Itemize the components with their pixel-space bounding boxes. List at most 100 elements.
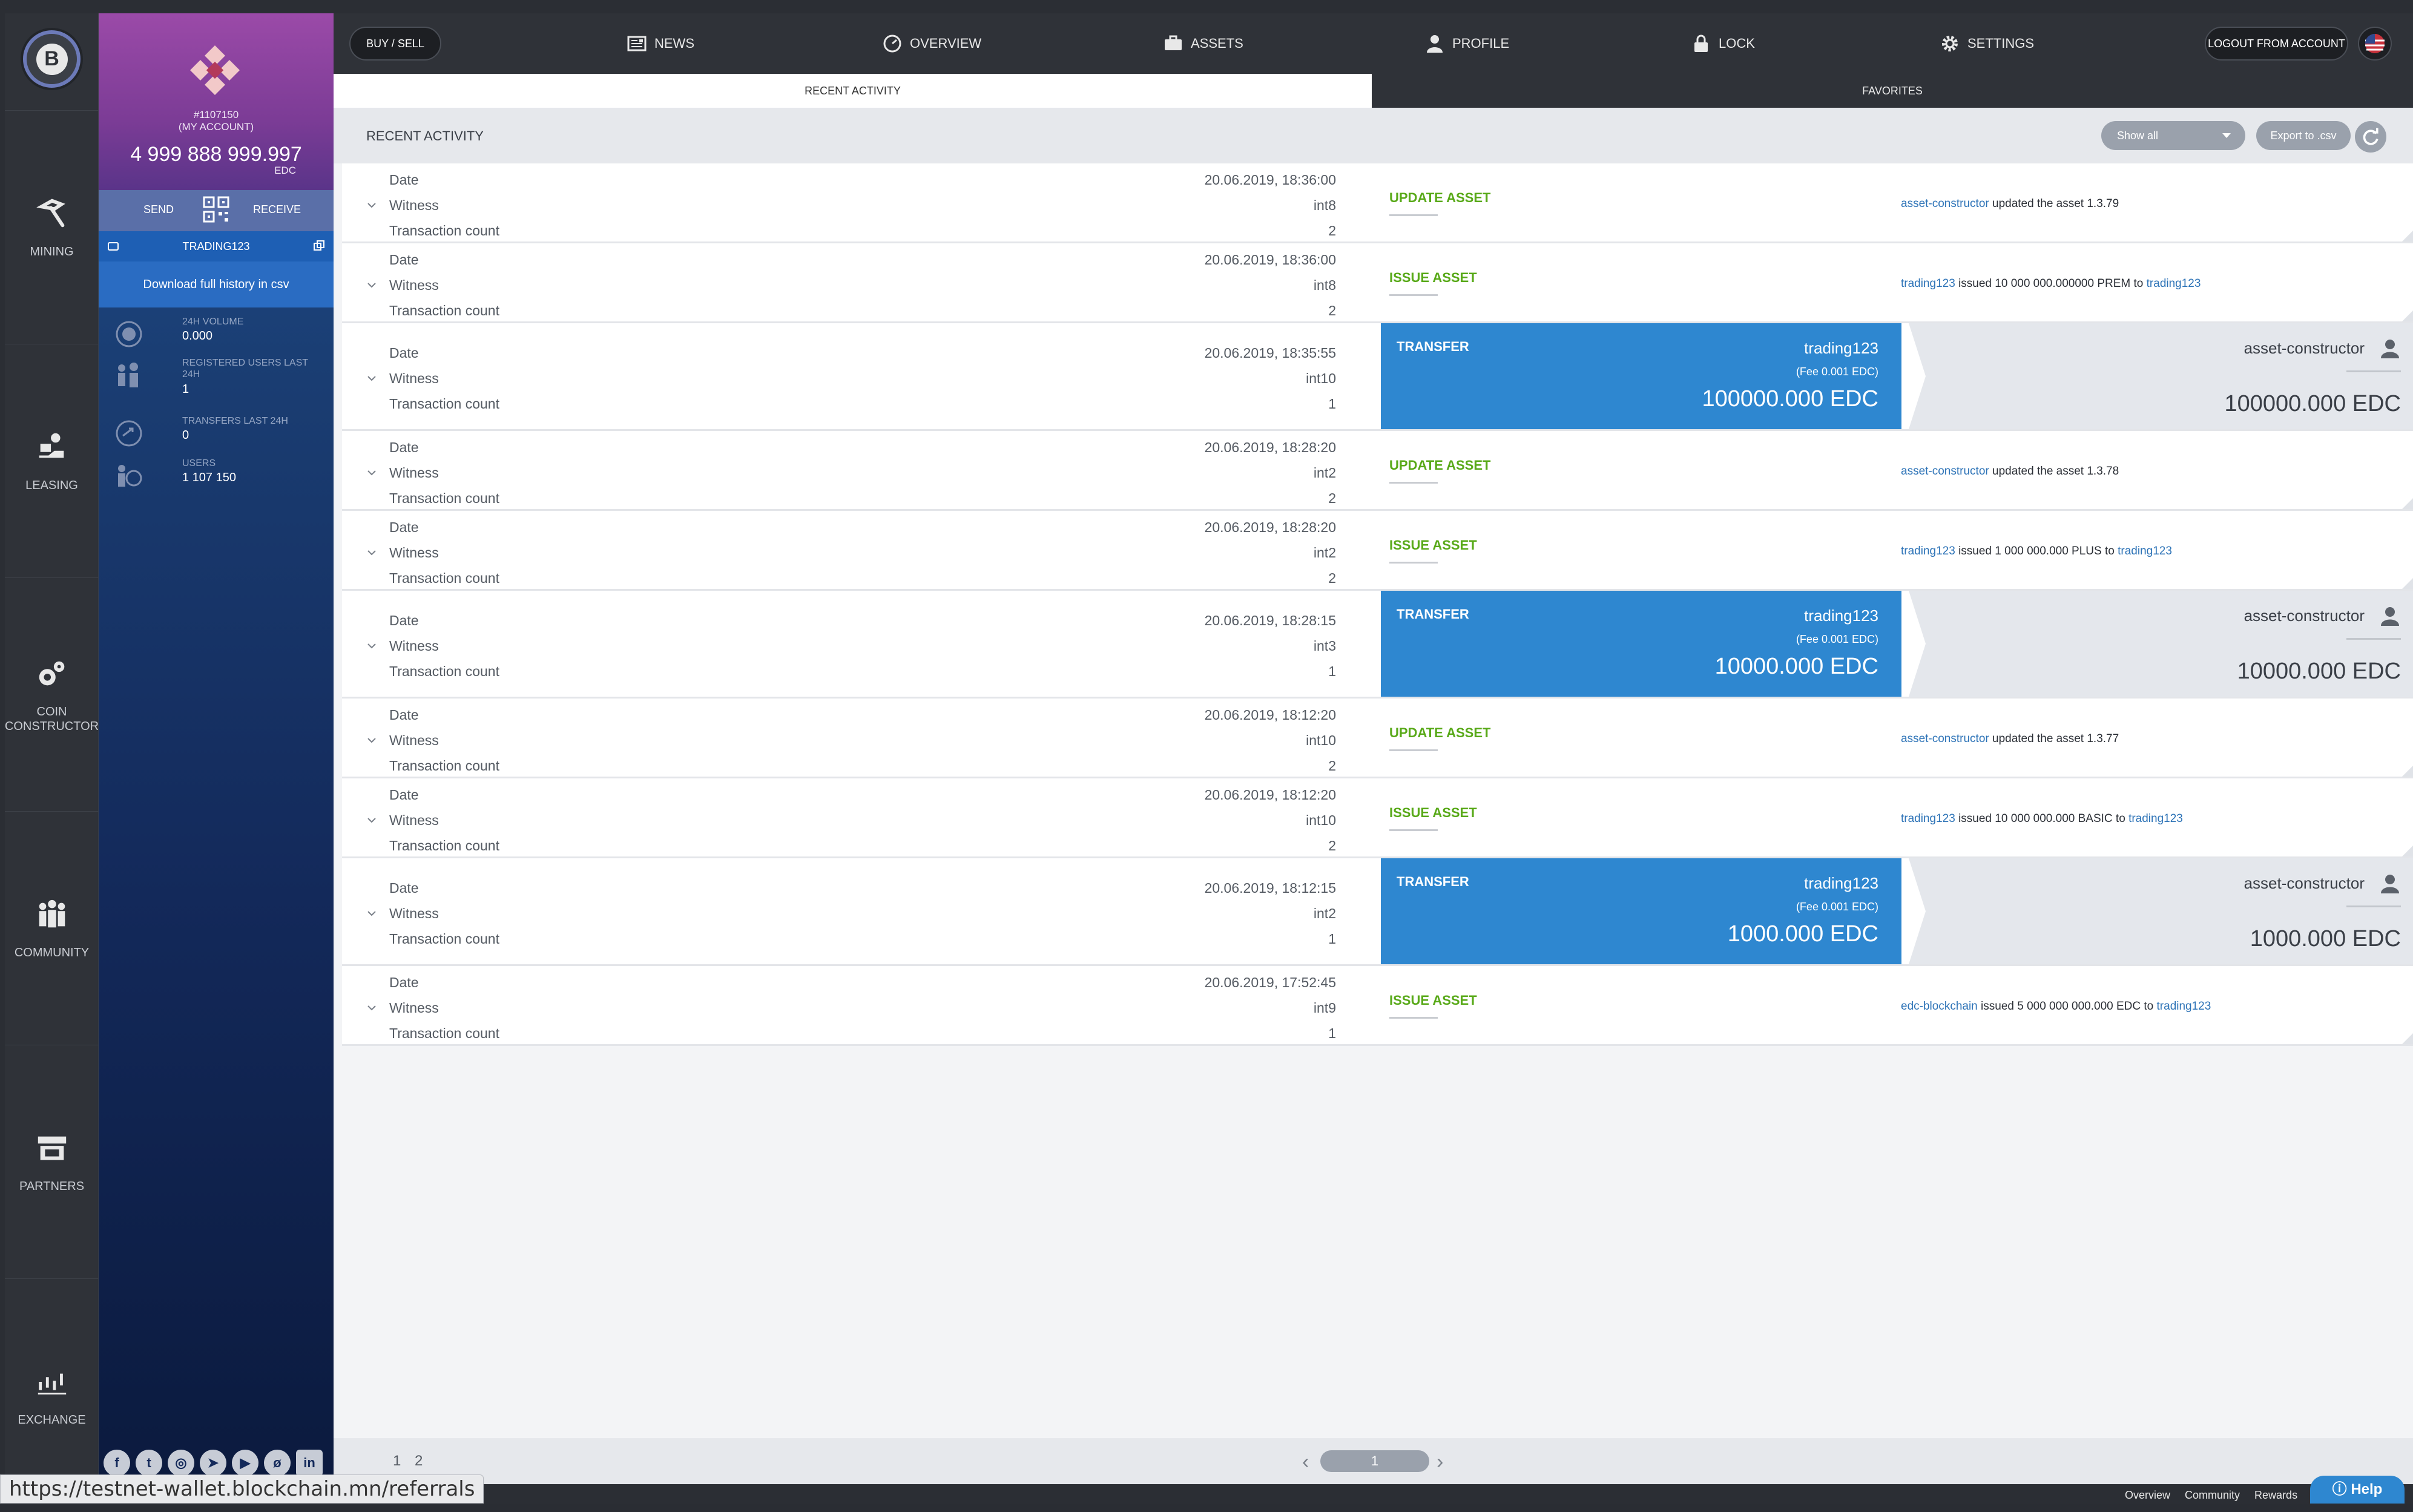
account-link[interactable]: trading123 (2128, 812, 2183, 825)
transfer-from[interactable]: trading123 (1804, 339, 1878, 358)
activity-row[interactable]: Date 20.06.2019, 18:36:00 Witness int8 Trans… (342, 163, 2413, 243)
tab-recent-activity[interactable]: RECENT ACTIVITY (334, 74, 1372, 108)
activity-row[interactable]: Date 20.06.2019, 18:12:20 Witness int10 Tran… (342, 778, 2413, 858)
chevron-down-icon[interactable] (365, 734, 378, 747)
chevron-down-icon[interactable] (365, 372, 378, 385)
stat-value: 0 (182, 429, 189, 442)
account-link[interactable]: trading123 (1901, 545, 1955, 557)
chevron-down-icon[interactable] (365, 466, 378, 479)
chevron-down-icon[interactable] (365, 199, 378, 212)
chevron-down-icon[interactable] (365, 639, 378, 652)
nav-overview[interactable]: OVERVIEW (882, 31, 981, 56)
rail-item-community[interactable]: COMMUNITY (5, 811, 99, 1045)
chevron-left-icon[interactable]: ‹ (1302, 1450, 1309, 1474)
expand-corner-icon[interactable] (2402, 1033, 2413, 1044)
linkedin-icon[interactable]: in (296, 1450, 323, 1476)
account-link[interactable]: asset-constructor (1901, 465, 1989, 478)
activity-row[interactable]: Date 20.06.2019, 18:12:20 Witness int10 Tran… (342, 698, 2413, 778)
rail-item-partners[interactable]: PARTNERS (5, 1045, 99, 1278)
nav-label: SETTINGS (1967, 36, 2035, 51)
account-balance: 4 999 888 999.997 (130, 143, 302, 166)
expand-corner-icon[interactable] (2402, 846, 2413, 856)
nav-lock[interactable]: LOCK (1691, 31, 1755, 56)
nav-news[interactable]: NEWS (627, 31, 694, 56)
rail-item-mining[interactable]: MINING (5, 110, 99, 344)
expand-corner-icon[interactable] (2402, 311, 2413, 321)
operation-type-label: UPDATE ASSET (1389, 458, 1491, 473)
page-numbers[interactable]: 1 2 (393, 1453, 427, 1470)
nav-settings[interactable]: SETTINGS (1940, 31, 2034, 56)
transfer-to[interactable]: asset-constructor (2244, 339, 2365, 358)
language-selector[interactable] (2358, 27, 2392, 61)
app-logo[interactable]: B (23, 30, 81, 88)
transfer-from[interactable]: trading123 (1804, 606, 1878, 625)
receive-button[interactable]: RECEIVE (253, 203, 301, 216)
footer-community-link[interactable]: Community (2185, 1489, 2240, 1502)
underline (1389, 829, 1438, 831)
activity-row[interactable]: Date 20.06.2019, 17:52:45 Witness int9 Trans… (342, 966, 2413, 1046)
transfer-from[interactable]: trading123 (1804, 874, 1878, 893)
trading-account-bar[interactable]: TRADING123 (99, 231, 334, 261)
underline (1389, 562, 1438, 564)
transfer-to[interactable]: asset-constructor (2244, 874, 2365, 893)
rail-item-leasing[interactable]: LEASING (5, 344, 99, 577)
help-button[interactable]: ⓘ Help (2310, 1476, 2405, 1504)
buy-sell-button[interactable]: BUY / SELL (349, 27, 441, 61)
tab-favorites[interactable]: FAVORITES (1372, 74, 2413, 108)
activity-row[interactable]: Date 20.06.2019, 18:12:15 Witness int2 Trans… (342, 858, 2413, 966)
activity-row[interactable]: Date 20.06.2019, 18:28:15 Witness int3 Trans… (342, 591, 2413, 698)
transfer-to[interactable]: asset-constructor (2244, 606, 2365, 625)
export-csv-button[interactable]: Export to .csv (2256, 121, 2351, 150)
expand-corner-icon[interactable] (2402, 578, 2413, 589)
chevron-right-icon[interactable]: › (1437, 1450, 1443, 1474)
youtube-icon[interactable]: ▶ (232, 1450, 258, 1476)
stat-users: USERS 1 107 150 (113, 458, 331, 494)
nav-assets[interactable]: ASSETS (1163, 31, 1243, 56)
instagram-icon[interactable]: ◎ (168, 1450, 194, 1476)
nav-profile[interactable]: PROFILE (1424, 31, 1509, 56)
expand-corner-icon[interactable] (2402, 766, 2413, 777)
rail-item-coin-constructor[interactable]: COIN CONSTRUCTOR (5, 577, 99, 811)
chevron-down-icon[interactable] (365, 278, 378, 292)
activity-row[interactable]: Date 20.06.2019, 18:36:00 Witness int8 Trans… (342, 243, 2413, 323)
account-link[interactable]: edc-blockchain (1901, 1000, 1978, 1013)
count-value: 1 (1328, 931, 1336, 947)
activity-row[interactable]: Date 20.06.2019, 18:28:20 Witness int2 Trans… (342, 511, 2413, 591)
expand-corner-icon[interactable] (2402, 498, 2413, 509)
date-value: 20.06.2019, 18:28:20 (1204, 519, 1336, 535)
refresh-button[interactable] (2355, 121, 2386, 153)
date-value: 20.06.2019, 17:52:45 (1204, 975, 1336, 990)
download-history-button[interactable]: Download full history in csv (99, 261, 334, 307)
activity-row[interactable]: Date 20.06.2019, 18:35:55 Witness int10 Tran… (342, 323, 2413, 431)
date-label: Date (389, 613, 419, 628)
chevron-down-icon[interactable] (365, 546, 378, 559)
account-link[interactable]: trading123 (2157, 1000, 2211, 1013)
facebook-icon[interactable]: f (104, 1450, 130, 1476)
chevron-down-icon[interactable] (365, 1001, 378, 1014)
current-page[interactable]: 1 (1320, 1450, 1429, 1472)
chevron-down-icon[interactable] (365, 814, 378, 827)
activity-row[interactable]: Date 20.06.2019, 18:28:20 Witness int2 Trans… (342, 431, 2413, 511)
activity-filter-select[interactable]: Show all (2101, 121, 2245, 150)
community-icon (39, 899, 65, 927)
telegram-icon[interactable]: ➤ (200, 1450, 226, 1476)
account-link[interactable]: asset-constructor (1901, 197, 1989, 210)
account-link[interactable]: trading123 (1901, 812, 1955, 825)
operation-type: TRANSFER (1397, 874, 1469, 889)
stat-label: USERS (182, 458, 216, 468)
account-link[interactable]: trading123 (2118, 545, 2172, 557)
footer-overview-link[interactable]: Overview (2125, 1489, 2170, 1502)
weibo-icon[interactable]: ø (264, 1450, 291, 1476)
logout-button[interactable]: LOGOUT FROM ACCOUNT (2205, 27, 2348, 61)
date-value: 20.06.2019, 18:12:15 (1204, 880, 1336, 896)
twitter-icon[interactable]: t (136, 1450, 162, 1476)
copy-icon[interactable] (313, 240, 325, 252)
account-link[interactable]: trading123 (2147, 277, 2201, 290)
expand-corner-icon[interactable] (2402, 231, 2413, 242)
chevron-down-icon[interactable] (365, 907, 378, 920)
send-button[interactable]: SEND (143, 203, 174, 216)
qr-code-icon[interactable] (202, 195, 231, 224)
account-link[interactable]: trading123 (1901, 277, 1955, 290)
account-link[interactable]: asset-constructor (1901, 732, 1989, 745)
footer-rewards-link[interactable]: Rewards (2254, 1489, 2297, 1502)
